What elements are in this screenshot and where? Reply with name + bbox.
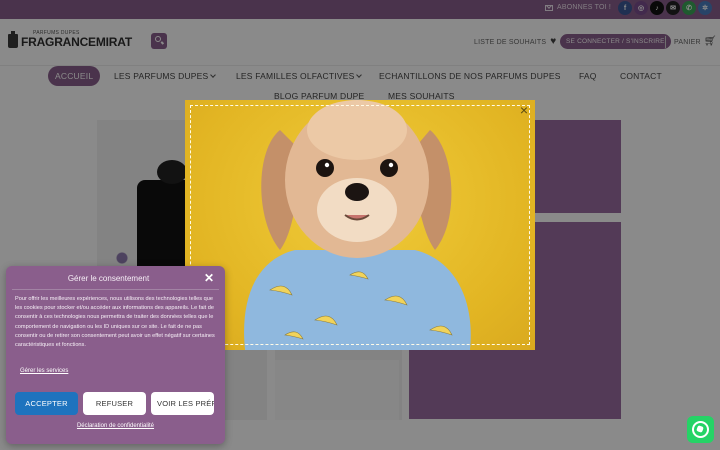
consent-divider — [12, 289, 219, 290]
consent-title: Gérer le consentement — [67, 274, 150, 283]
popup-image-modal — [185, 100, 535, 350]
popup-dashed-frame — [190, 105, 530, 345]
whatsapp-button[interactable] — [687, 416, 714, 443]
refuse-button[interactable]: REFUSER — [83, 392, 146, 415]
manage-services-link[interactable]: Gérer les services — [20, 368, 68, 374]
view-preferences-button[interactable]: VOIR LES PRÉFÉRENCES — [151, 392, 214, 415]
consent-close-icon[interactable]: ✕ — [204, 272, 214, 284]
cookie-consent-panel: Gérer le consentement ✕ Pour offrir les … — [6, 266, 225, 444]
popup-close-icon[interactable]: × — [518, 103, 530, 117]
accept-button[interactable]: ACCEPTER — [15, 392, 78, 415]
consent-description: Pour offrir les meilleures expériences, … — [15, 296, 215, 349]
privacy-policy-link[interactable]: Déclaration de confidentialité — [6, 423, 225, 429]
